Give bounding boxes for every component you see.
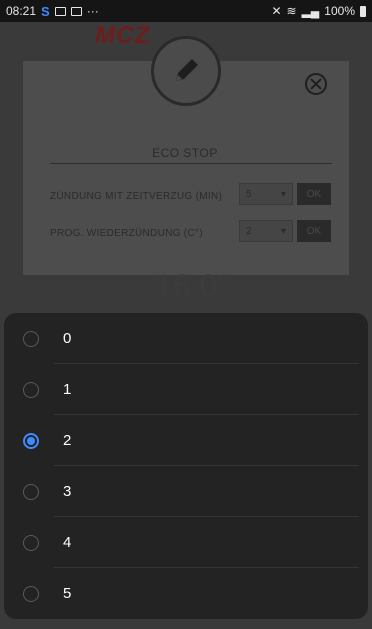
- dialog-title: ECO STOP: [152, 146, 218, 160]
- option-label: 5: [63, 585, 72, 602]
- option-0[interactable]: 0: [4, 313, 368, 364]
- more-icon: ···: [86, 4, 99, 18]
- reignition-select-value: 2: [246, 225, 252, 237]
- radio-checked-icon[interactable]: [23, 432, 39, 449]
- delay-select-value: 5: [246, 188, 252, 200]
- wifi-icon: ≋: [286, 4, 297, 18]
- reignition-ok-button[interactable]: OK: [297, 220, 331, 242]
- radio-unchecked-icon[interactable]: [23, 585, 39, 602]
- value-picker-sheet: 0 1 2 3 4 5: [4, 313, 368, 619]
- option-2[interactable]: 2: [4, 415, 368, 466]
- mail-icon: [70, 6, 82, 16]
- radio-unchecked-icon[interactable]: [23, 381, 39, 398]
- dialog-divider: [50, 163, 332, 164]
- gallery-icon: [54, 6, 66, 16]
- pencil-icon: [151, 36, 221, 106]
- s-app-icon: S: [41, 3, 50, 19]
- option-label: 1: [63, 381, 72, 398]
- option-1[interactable]: 1: [4, 364, 368, 415]
- chevron-down-icon: ▾: [280, 188, 286, 200]
- radio-unchecked-icon[interactable]: [23, 330, 39, 347]
- battery-icon: [360, 5, 366, 17]
- option-4[interactable]: 4: [4, 517, 368, 568]
- status-bar: 08:21 S ··· ✕ ≋ ▂▄ 100%: [0, 0, 372, 22]
- option-label: 0: [63, 330, 72, 347]
- mute-icon: ✕: [271, 4, 282, 18]
- background-temperature: 16.0°: [155, 268, 231, 304]
- delay-label: ZÜNDUNG MIT ZEITVERZUG (MIN): [50, 191, 223, 202]
- chevron-down-icon: ▾: [280, 225, 286, 237]
- close-icon[interactable]: [305, 73, 327, 95]
- option-5[interactable]: 5: [4, 568, 368, 619]
- battery-percent: 100%: [324, 4, 355, 18]
- status-time: 08:21: [6, 4, 37, 18]
- signal-icon: ▂▄: [301, 4, 320, 18]
- brand-logo: MCZ: [95, 22, 150, 49]
- radio-unchecked-icon[interactable]: [23, 483, 39, 500]
- reignition-label: PROG. WIEDERZÜNDUNG (C°): [50, 228, 203, 239]
- option-label: 4: [63, 534, 72, 551]
- delay-ok-button[interactable]: OK: [297, 183, 331, 205]
- radio-unchecked-icon[interactable]: [23, 534, 39, 551]
- reignition-select[interactable]: 2 ▾: [239, 220, 293, 242]
- option-label: 3: [63, 483, 72, 500]
- option-label: 2: [63, 432, 72, 449]
- option-3[interactable]: 3: [4, 466, 368, 517]
- delay-select[interactable]: 5 ▾: [239, 183, 293, 205]
